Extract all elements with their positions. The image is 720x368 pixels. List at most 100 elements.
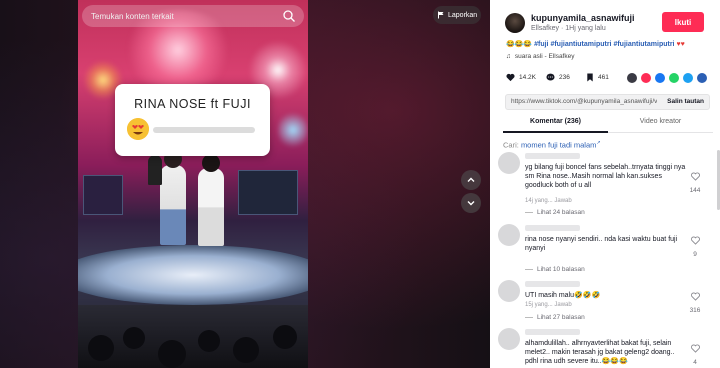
commenter-name[interactable]: [525, 153, 580, 159]
comment-meta[interactable]: 14j yang... Jawab: [525, 198, 572, 204]
username[interactable]: kupunyamila_asnawifuji: [531, 13, 635, 23]
performer: [160, 165, 186, 245]
embed-icon[interactable]: [627, 73, 637, 83]
author-subline: Ellsafkey · 1Hj yang lalu: [531, 25, 606, 32]
audience-head: [88, 335, 114, 361]
comment-item: UTI masih malu🤣🤣🤣 15j yang... Jawab Liha…: [498, 280, 713, 324]
comment-item: yg bilang fuji boncel fans sebelah..trny…: [498, 152, 713, 218]
facebook-icon[interactable]: [655, 73, 665, 83]
commenter-avatar[interactable]: [498, 152, 520, 174]
chevron-up-icon: [467, 177, 475, 182]
comment-like-count: 144: [689, 187, 701, 194]
video-backdrop: Temukan konten terkait RINA NOSE ft FUJI…: [0, 0, 490, 368]
divider: [525, 317, 533, 318]
related-search-input[interactable]: Temukan konten terkait: [82, 5, 304, 27]
audience: [78, 305, 308, 368]
twitter-icon[interactable]: [683, 73, 693, 83]
view-replies-button[interactable]: Lihat 27 balasan: [525, 314, 585, 321]
performer: [198, 168, 224, 246]
caption: 😂😂😂 #fuji #fujiantiutamiputri #fujiantiu…: [506, 40, 711, 48]
comment-icon: [546, 73, 555, 81]
comment-text: rina nose nyanyi sendiri.. nda kasi wakt…: [525, 236, 678, 252]
suggestion-query: momen fuji tadi malam: [520, 140, 597, 150]
search-icon[interactable]: [282, 9, 296, 23]
whatsapp-icon[interactable]: [669, 73, 679, 83]
arrow-icon: ↗: [596, 140, 601, 146]
caption-hearts: ♥♥: [676, 41, 685, 48]
follow-button[interactable]: Ikuti: [662, 12, 704, 32]
share-link-text[interactable]: https://www.tiktok.com/@kupunyamila_asna…: [511, 98, 657, 105]
comment-like-count: 4: [693, 359, 697, 366]
sound-link[interactable]: ♫ suara asli - Ellsafkey: [506, 53, 574, 60]
music-note-icon: ♫: [506, 53, 511, 60]
heart-outline-icon: [690, 292, 700, 301]
commenter-name[interactable]: [525, 329, 580, 335]
heart-outline-icon: [690, 344, 700, 353]
tab-comments[interactable]: Komentar (236): [503, 118, 608, 125]
emoji-slider-track: [153, 127, 255, 133]
divider: [525, 269, 533, 270]
audience-head: [233, 337, 259, 363]
view-replies-button[interactable]: Lihat 10 balasan: [525, 266, 585, 273]
video-player[interactable]: [78, 0, 308, 368]
heart-outline-icon: [690, 236, 700, 245]
active-tab-indicator: [503, 131, 608, 133]
like-count: 14.2K: [519, 74, 536, 81]
dancer: [148, 155, 162, 185]
commenter-avatar[interactable]: [498, 328, 520, 350]
caption-hashtags[interactable]: #fuji #fujiantiutamiputri #fujiantiutami…: [534, 41, 674, 48]
sticker-card: RINA NOSE ft FUJI: [115, 84, 270, 156]
send-icon[interactable]: [641, 73, 651, 83]
detail-panel: kupunyamila_asnawifuji Ellsafkey · 1Hj y…: [490, 0, 720, 368]
audience-head: [198, 330, 220, 352]
tab-creator-videos[interactable]: Video kreator: [608, 118, 713, 125]
commenter-name[interactable]: [525, 225, 580, 231]
commenter-avatar[interactable]: [498, 224, 520, 246]
post-time: 1Hj yang lalu: [565, 25, 606, 32]
next-video-button[interactable]: [461, 193, 481, 213]
commenter-name[interactable]: [525, 281, 580, 287]
comment-like-button[interactable]: 4: [689, 340, 701, 366]
view-replies-label: Lihat 27 balasan: [537, 314, 585, 321]
performer-head: [202, 154, 220, 172]
save-button[interactable]: 461: [586, 73, 609, 82]
report-label: Laporkan: [448, 11, 478, 19]
led-screen: [83, 175, 123, 215]
suggestion-prefix: Cari:: [503, 140, 519, 150]
view-replies-label: Lihat 10 balasan: [537, 266, 585, 273]
view-replies-button[interactable]: Lihat 24 balasan: [525, 209, 585, 216]
stage-light: [278, 110, 308, 150]
commenter-avatar[interactable]: [498, 280, 520, 302]
view-replies-label: Lihat 24 balasan: [537, 209, 585, 216]
comment-count: 236: [559, 74, 570, 81]
divider: [525, 212, 533, 213]
led-screen: [238, 170, 298, 215]
audience-head: [158, 340, 186, 368]
heart-outline-icon: [690, 172, 700, 181]
comment-text: yg bilang fuji boncel fans sebelah..trny…: [525, 164, 686, 189]
comment-like-button[interactable]: 316: [689, 288, 701, 314]
audience-head: [273, 325, 297, 349]
avatar[interactable]: [505, 13, 525, 33]
like-button[interactable]: 14.2K: [506, 73, 536, 82]
comment-item: alhamdulillah.. alhrnyavterlihat bakat f…: [498, 328, 713, 368]
stage-floor: [78, 245, 308, 305]
chevron-down-icon: [467, 201, 475, 206]
search-placeholder: Temukan konten terkait: [91, 11, 174, 21]
search-suggestion[interactable]: Cari: momen fuji tadi malam↗: [503, 140, 601, 150]
copy-link-button[interactable]: Salin tautan: [667, 98, 704, 105]
tab-bar: Komentar (236) Video kreator: [503, 112, 713, 133]
save-count: 461: [598, 74, 609, 81]
report-button[interactable]: Laporkan: [433, 6, 481, 24]
comment-button[interactable]: 236: [546, 73, 570, 82]
previous-video-button[interactable]: [461, 170, 481, 190]
heart-icon: [506, 73, 515, 82]
share-link-box: https://www.tiktok.com/@kupunyamila_asna…: [505, 94, 710, 110]
comment-like-button[interactable]: 9: [689, 232, 701, 258]
heart-eyes-emoji-icon: [127, 118, 149, 140]
comment-like-button[interactable]: 144: [689, 168, 701, 194]
more-share-icon[interactable]: [697, 73, 707, 83]
comment-like-count: 316: [689, 307, 701, 314]
comment-text: alhamdulillah.. alhrnyavterlihat bakat f…: [525, 340, 675, 365]
comment-meta[interactable]: 15j yang... Jawab: [525, 302, 572, 308]
